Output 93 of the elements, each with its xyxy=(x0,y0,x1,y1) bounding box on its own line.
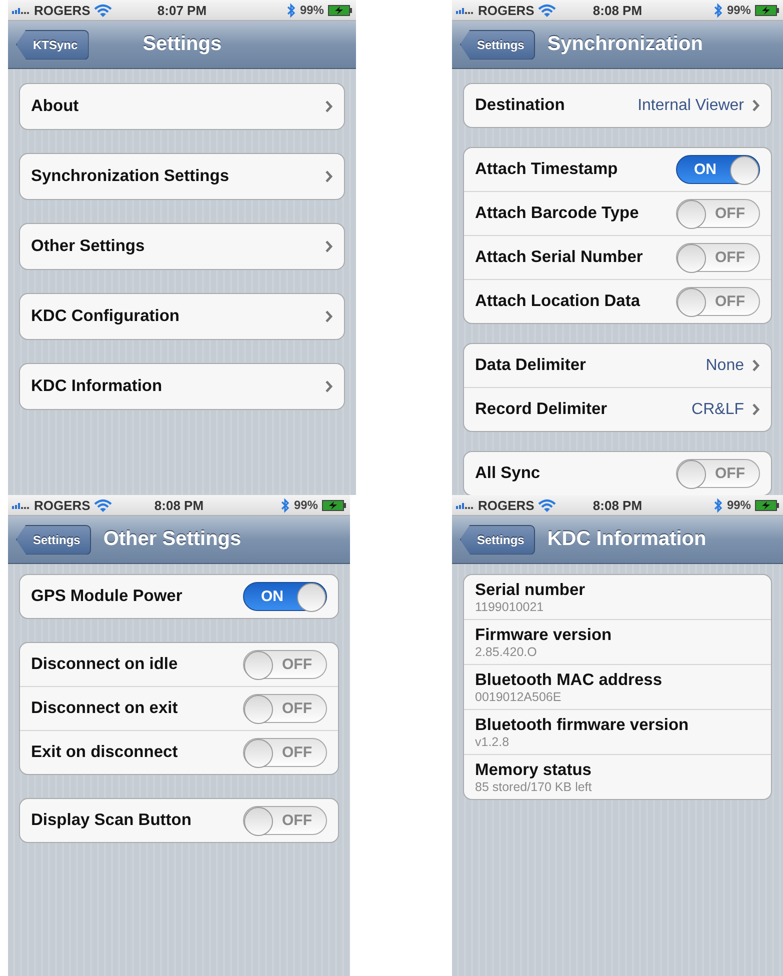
row-label: GPS Module Power xyxy=(31,587,182,606)
status-time: 8:07 PM xyxy=(157,2,207,18)
battery-charging-icon xyxy=(754,4,779,16)
battery-percent: 99% xyxy=(300,3,324,17)
toggle-switch[interactable]: OFF xyxy=(243,694,327,723)
row-label: Attach Timestamp xyxy=(475,160,618,179)
info-value: v1.2.8 xyxy=(475,734,510,748)
row-label: Disconnect on exit xyxy=(31,699,178,718)
info-label: Serial number xyxy=(475,580,586,600)
row-label: Other Settings xyxy=(31,237,145,256)
wifi-icon xyxy=(94,4,112,16)
row-label: Data Delimiter xyxy=(475,356,586,375)
info-value: 1199010021 xyxy=(475,600,544,614)
row-label: Record Delimiter xyxy=(475,400,608,419)
row-label: Disconnect on idle xyxy=(31,655,178,674)
signal-bars-icon xyxy=(12,6,30,14)
row-value: Internal Viewer xyxy=(638,96,744,114)
settings-row[interactable]: Synchronization Settings xyxy=(20,154,344,199)
chevron-icon xyxy=(325,100,333,113)
battery-charging-icon xyxy=(754,500,779,510)
info-label: Bluetooth MAC address xyxy=(475,670,662,690)
chevron-icon xyxy=(752,359,760,372)
chevron-icon xyxy=(325,310,333,323)
back-button[interactable]: Settings xyxy=(460,30,536,60)
row-label: About xyxy=(31,97,79,116)
settings-row[interactable]: Data Delimiter None xyxy=(464,344,771,387)
row-label: KDC Information xyxy=(31,377,162,396)
status-time: 8:08 PM xyxy=(154,498,204,512)
row-label: KDC Configuration xyxy=(31,307,180,326)
screen-title: Other Settings xyxy=(103,528,242,551)
back-button[interactable]: KTSync xyxy=(16,30,89,60)
settings-row[interactable]: About xyxy=(20,84,344,129)
row-label: Attach Serial Number xyxy=(475,248,643,267)
toggle-switch[interactable]: OFF xyxy=(243,650,327,679)
row-label: Attach Location Data xyxy=(475,292,640,311)
row-label: Exit on disconnect xyxy=(31,743,178,762)
info-label: Firmware version xyxy=(475,626,612,644)
settings-row[interactable]: Destination Internal Viewer xyxy=(464,84,771,127)
bluetooth-icon xyxy=(714,2,723,18)
info-value: 85 stored/170 KB left xyxy=(475,780,592,794)
bluetooth-icon xyxy=(714,498,723,512)
toggle-switch[interactable]: ON xyxy=(676,155,760,184)
chevron-icon xyxy=(325,380,333,393)
chevron-icon xyxy=(752,403,760,416)
toggle-switch[interactable]: OFF xyxy=(676,459,760,488)
row-label: Destination xyxy=(475,96,565,115)
info-label: Memory status xyxy=(475,760,592,780)
toggle-switch[interactable]: ON xyxy=(243,582,327,611)
signal-bars-icon xyxy=(456,501,474,509)
signal-bars-icon xyxy=(12,501,30,509)
chevron-icon xyxy=(325,240,333,253)
info-value: 0019012A506E xyxy=(475,690,562,704)
settings-row[interactable]: Other Settings xyxy=(20,224,344,269)
back-button[interactable]: Settings xyxy=(460,524,536,554)
carrier-name: ROGERS xyxy=(34,498,90,512)
battery-charging-icon xyxy=(322,500,346,510)
battery-percent: 99% xyxy=(294,498,318,512)
row-value: None xyxy=(706,356,744,374)
status-time: 8:08 PM xyxy=(592,498,642,512)
toggle-switch[interactable]: OFF xyxy=(676,287,760,316)
row-label: All Sync xyxy=(475,464,540,483)
row-label: Attach Barcode Type xyxy=(475,204,639,223)
screen-title: Settings xyxy=(142,33,222,56)
info-label: Bluetooth firmware version xyxy=(475,716,689,734)
wifi-icon xyxy=(94,498,112,512)
wifi-icon xyxy=(538,4,556,16)
wifi-icon xyxy=(538,498,556,512)
toggle-switch[interactable]: OFF xyxy=(676,243,760,272)
settings-row[interactable]: KDC Configuration xyxy=(20,294,344,339)
battery-charging-icon xyxy=(328,4,352,16)
screen-title: KDC Information xyxy=(547,528,706,551)
toggle-switch[interactable]: OFF xyxy=(243,806,327,835)
settings-row[interactable]: Record Delimiter CR&LF xyxy=(464,387,771,431)
info-value: 2.85.420.O xyxy=(475,644,537,658)
bluetooth-icon xyxy=(280,498,290,512)
toggle-switch[interactable]: OFF xyxy=(243,738,327,767)
settings-row[interactable]: KDC Information xyxy=(20,364,344,409)
back-button[interactable]: Settings xyxy=(16,524,92,554)
row-value: CR&LF xyxy=(692,400,744,418)
row-label: Display Scan Button xyxy=(31,811,192,830)
chevron-icon xyxy=(325,170,333,183)
status-time: 8:08 PM xyxy=(592,2,642,18)
chevron-icon xyxy=(752,99,760,112)
carrier-name: ROGERS xyxy=(478,2,534,18)
toggle-switch[interactable]: OFF xyxy=(676,199,760,228)
battery-percent: 99% xyxy=(726,498,751,512)
carrier-name: ROGERS xyxy=(478,498,534,512)
row-label: Synchronization Settings xyxy=(31,167,230,186)
battery-percent: 99% xyxy=(726,3,751,17)
signal-bars-icon xyxy=(456,6,474,14)
screen-title: Synchronization xyxy=(547,33,703,56)
carrier-name: ROGERS xyxy=(34,2,90,18)
bluetooth-icon xyxy=(286,2,296,18)
